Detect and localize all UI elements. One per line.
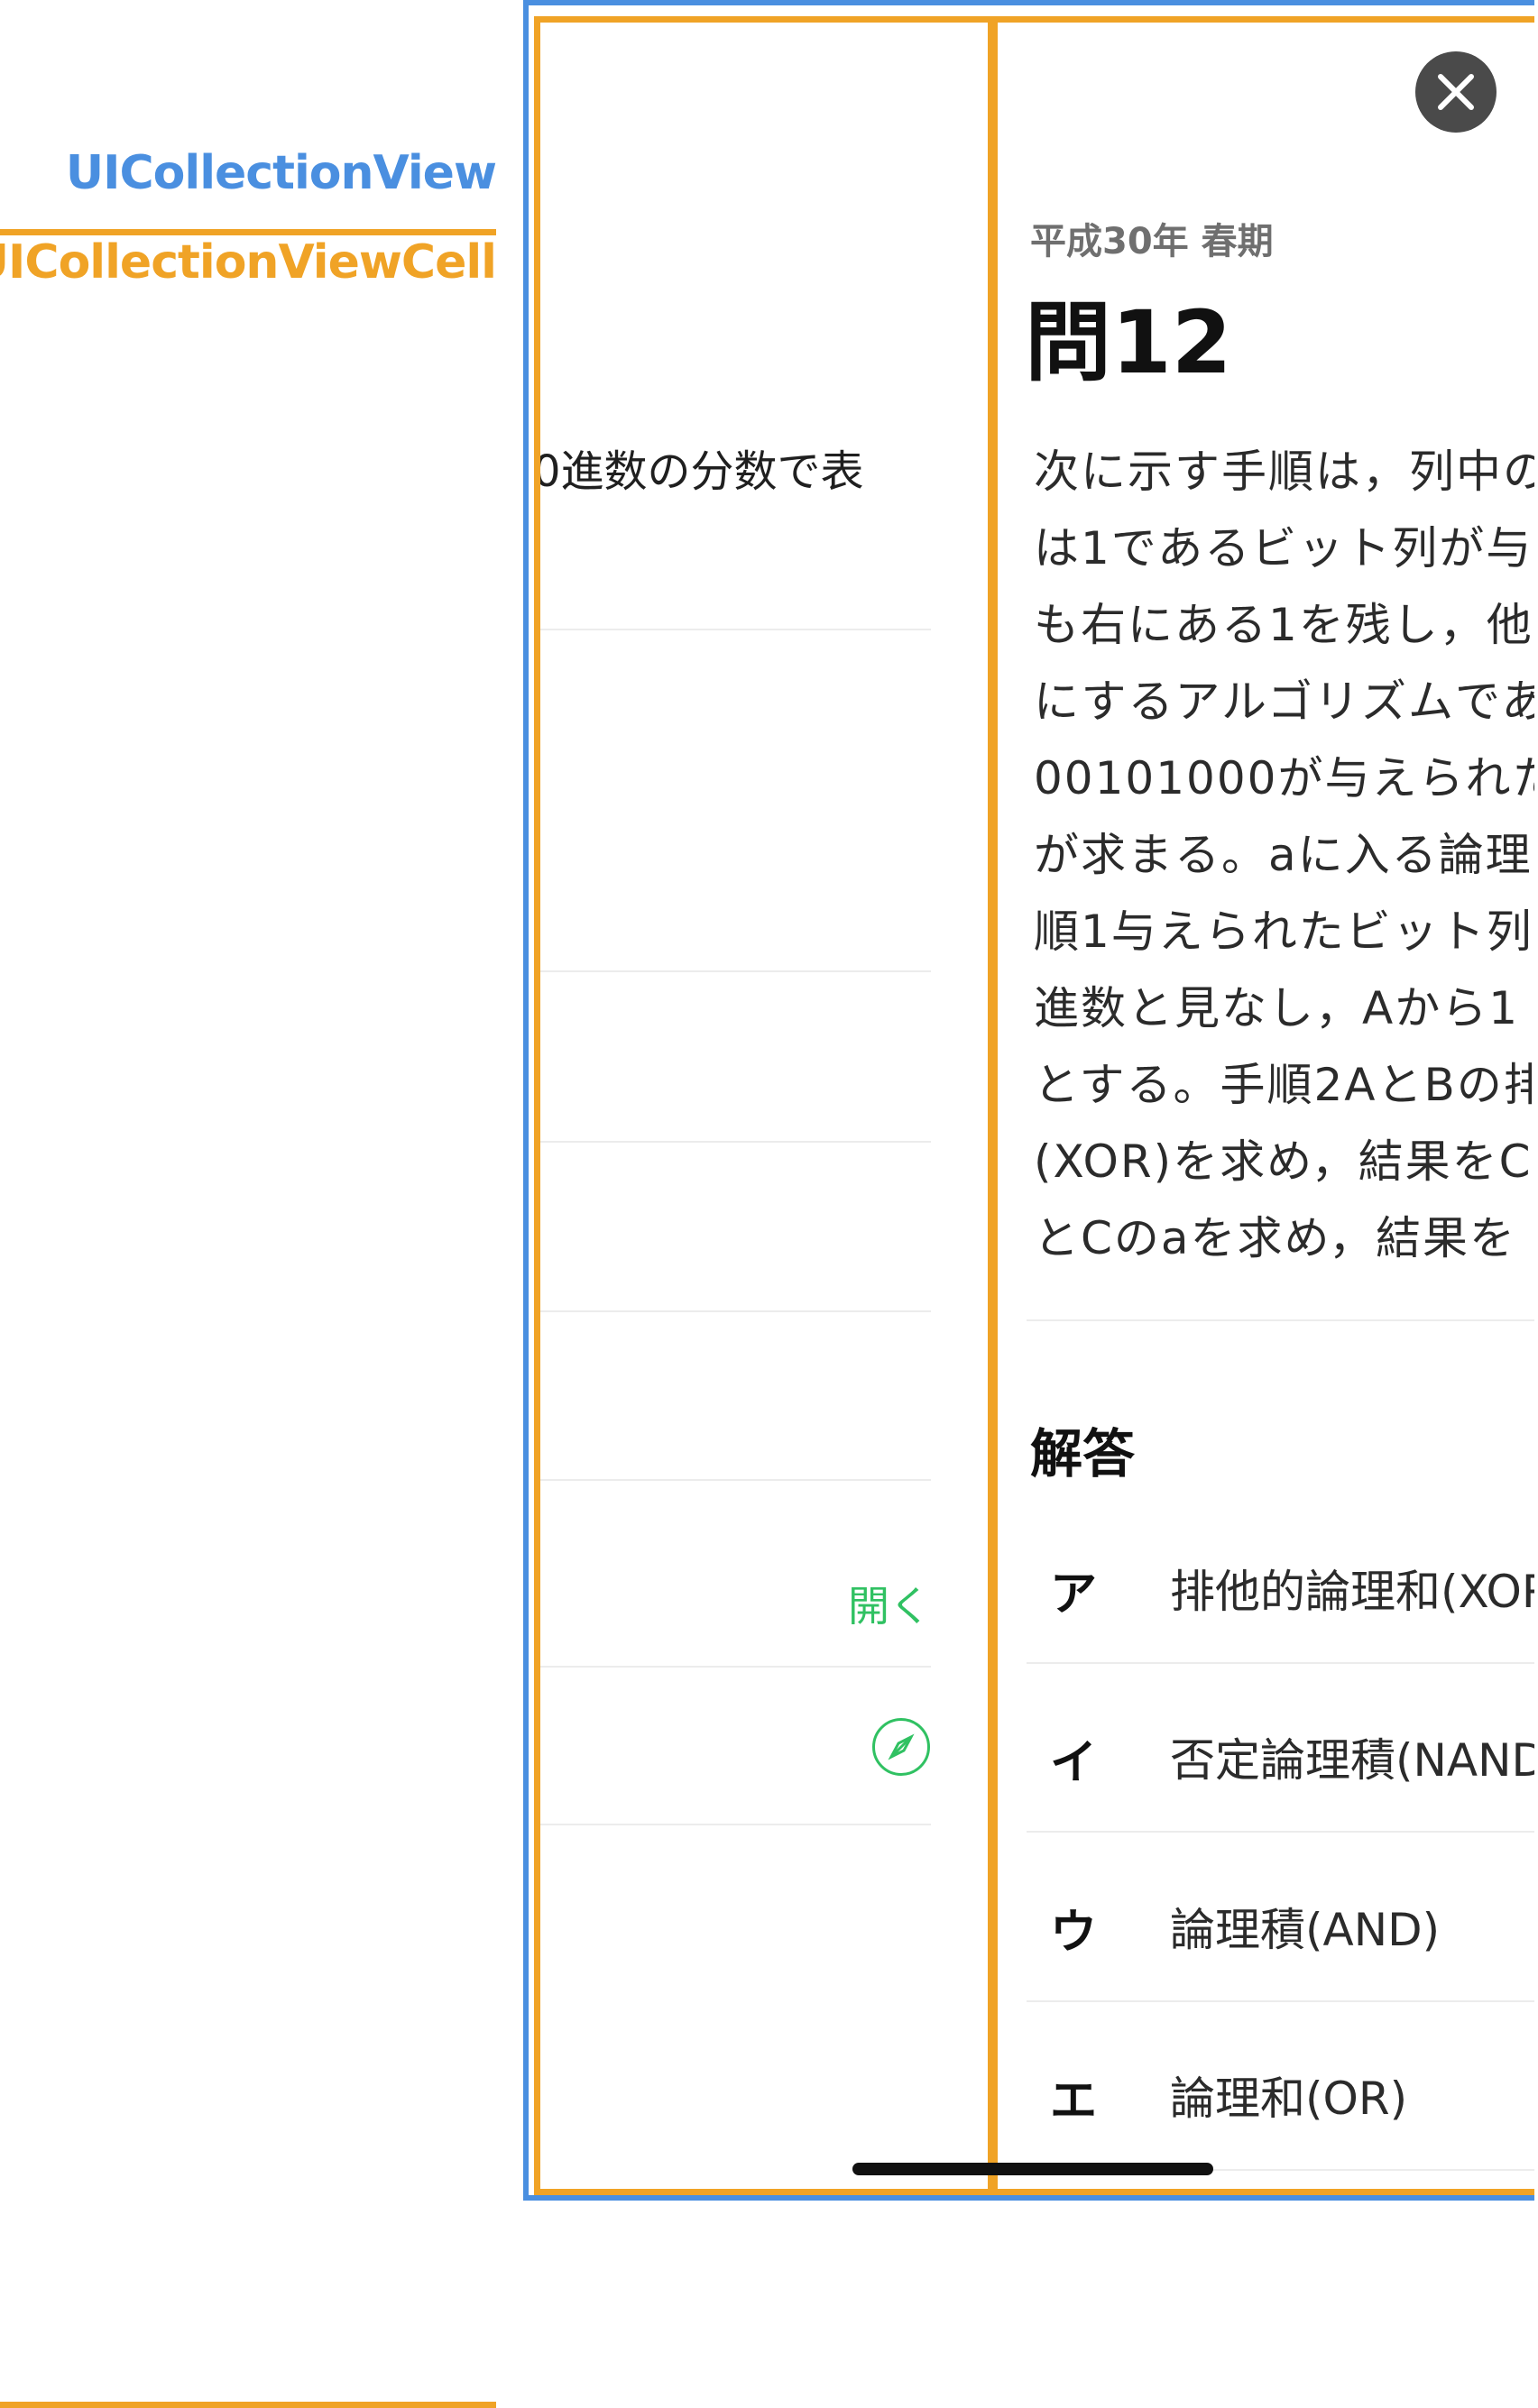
safari-compass-icon[interactable]: [872, 1718, 930, 1776]
question-body-line: 00101000が与えられた: [1034, 752, 1534, 804]
separator: [540, 1666, 931, 1668]
answer-text: 論理和(OR): [1170, 2073, 1408, 2125]
answer-key: エ: [1050, 2074, 1098, 2128]
answer-text: 排他的論理和(XOR): [1170, 1566, 1534, 1618]
collection-view[interactable]: 0進数の分数で表 開く 平成30年 春期 問12 次に示す手順は，列中の は1で…: [523, 0, 1534, 2201]
separator: [540, 1310, 931, 1312]
separator: [540, 970, 931, 972]
question-body-line: (XOR)を求め，結果をC: [1034, 1135, 1533, 1188]
separator: [1027, 1831, 1534, 1833]
question-body-line: は1であるビット列が与: [1034, 522, 1533, 574]
open-link[interactable]: 開く: [848, 1574, 931, 1633]
separator: [1027, 2000, 1534, 2002]
separator: [1027, 1662, 1534, 1664]
question-body-line: 次に示す手順は，列中の: [1034, 446, 1534, 498]
question-body-line: 順1与えられたビット列: [1034, 905, 1533, 958]
answer-key: ウ: [1050, 1906, 1098, 1960]
collection-cell-current[interactable]: 平成30年 春期 問12 次に示す手順は，列中の は1であるビット列が与 も右に…: [991, 16, 1534, 2195]
question-body-line: とCのaを求め，結果を: [1034, 1212, 1517, 1264]
separator: [540, 629, 931, 630]
answer-key: ア: [1050, 1567, 1098, 1622]
legend-collection-view: UICollectionView: [65, 146, 497, 200]
close-icon: [1438, 74, 1474, 110]
separator: [540, 1479, 931, 1481]
close-button[interactable]: [1415, 51, 1497, 133]
legend-collection-view-cell: UICollectionViewCell: [0, 229, 496, 2408]
answer-text: 否定論理積(NAND): [1170, 1734, 1534, 1787]
question-body-line: が求まる。aに入る論理: [1034, 829, 1533, 881]
question-body-line: も右にある1を残し，他: [1034, 599, 1533, 651]
separator: [540, 1141, 931, 1143]
answer-text: 論理積(AND): [1170, 1904, 1441, 1956]
question-body-line: とする。手順2AとBの排: [1034, 1059, 1534, 1111]
answers-heading: 解答: [1030, 1423, 1136, 1484]
answer-key: イ: [1050, 1736, 1098, 1790]
question-body-line: 進数と見なし，Aから1: [1034, 982, 1520, 1034]
question-title: 問12: [1025, 292, 1232, 393]
cell-fragment-text: 0進数の分数で表: [534, 446, 864, 497]
question-body-line: にするアルゴリズムであ: [1034, 676, 1534, 728]
home-indicator: [852, 2163, 1213, 2175]
separator: [1027, 1319, 1534, 1321]
collection-cell-previous[interactable]: 0進数の分数で表 開く: [534, 16, 994, 2195]
exam-label: 平成30年 春期: [1030, 221, 1274, 262]
separator: [540, 1824, 931, 1825]
